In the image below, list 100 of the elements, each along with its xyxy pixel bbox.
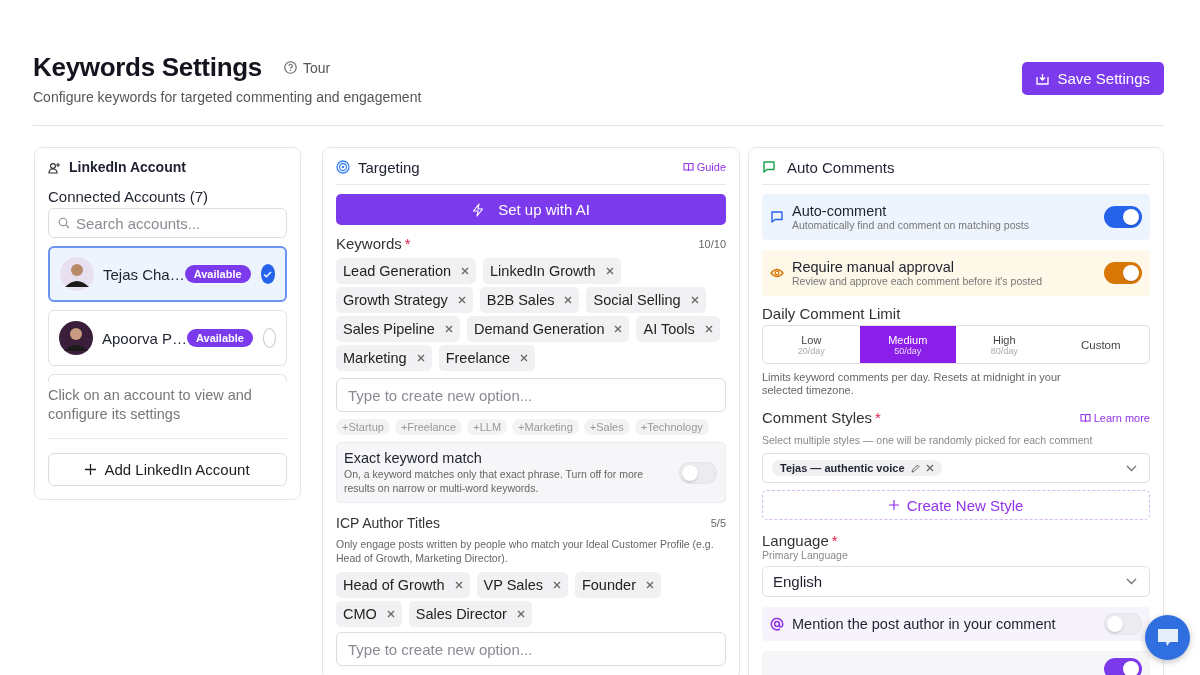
- account-name: Tejas Cha…: [103, 265, 185, 283]
- section-label: Connected Accounts (7): [48, 188, 210, 205]
- save-settings-button[interactable]: Save Settings: [1022, 62, 1164, 95]
- field-label: Daily Comment Limit: [762, 305, 902, 322]
- keyword-tag: Sales Pipeline: [336, 316, 460, 342]
- keyword-tag: Social Selling: [586, 287, 706, 313]
- eye-icon: [770, 268, 784, 278]
- plus-icon: [888, 500, 899, 510]
- keyword-input[interactable]: Type to create new option...: [336, 378, 726, 412]
- avatar-icon: [60, 257, 94, 291]
- keyword-tag: B2B Sales: [479, 287, 580, 313]
- help-icon: [283, 61, 297, 74]
- keyword-tag: Freelance: [438, 345, 536, 371]
- close-icon[interactable]: [704, 325, 713, 333]
- panel-title: Targeting: [358, 158, 420, 176]
- avatar-icon: [59, 321, 93, 355]
- setting-description: On, a keyword matches only that exact phrase. Turn off for more results on narrow or multi-word keywords.: [344, 467, 645, 495]
- option-rate: 50/day: [894, 345, 922, 356]
- comment-icon: [770, 210, 784, 224]
- title-input[interactable]: Type to create new option...: [336, 632, 726, 666]
- option-rate: 20/day: [797, 345, 825, 356]
- close-icon[interactable]: [386, 610, 395, 618]
- keyword-tag: Demand Generation: [466, 316, 630, 342]
- keyword-tag: VP Sales: [476, 572, 568, 598]
- setting-title: Require manual approval: [792, 259, 955, 275]
- toggle-switch[interactable]: [1104, 206, 1142, 228]
- close-icon[interactable]: [925, 464, 934, 472]
- book-icon: [682, 162, 694, 172]
- book-icon: [1079, 412, 1091, 423]
- close-icon[interactable]: [690, 296, 699, 304]
- user-add-icon: [48, 160, 61, 174]
- close-icon[interactable]: [614, 325, 623, 333]
- field-description: Limits keyword comments per day. Resets at midnight in your selected timezone.: [762, 371, 1062, 397]
- page-subtitle: Configure keywords for targeted commenting and engagement: [33, 89, 422, 105]
- tour-button[interactable]: Tour: [283, 59, 331, 76]
- limit-option[interactable]: Medium 50/day: [859, 326, 956, 363]
- lightning-icon: [472, 202, 485, 217]
- close-icon[interactable]: [461, 267, 470, 275]
- close-icon[interactable]: [444, 325, 453, 333]
- setting-title: Exact keyword match: [344, 450, 483, 466]
- option-label: Custom: [1080, 338, 1121, 351]
- toggle-switch[interactable]: [1104, 262, 1142, 284]
- keyword-tag: Lead Generation: [336, 258, 477, 284]
- status-badge: Available: [187, 329, 253, 347]
- close-icon[interactable]: [416, 354, 425, 362]
- close-icon[interactable]: [454, 581, 463, 589]
- hint-text: Click on an account to view and configure its settings: [48, 386, 253, 424]
- limit-option[interactable]: Custom: [1052, 326, 1149, 363]
- field-label: Language *: [762, 532, 839, 549]
- setup-ai-button[interactable]: Set up with AI: [336, 194, 726, 225]
- toggle-switch[interactable]: [679, 461, 717, 484]
- create-style-button[interactable]: Create New Style: [762, 490, 1150, 520]
- keyword-tag: Marketing: [336, 345, 432, 371]
- chevron-down-icon: [1126, 578, 1137, 585]
- field-label: Comment Styles *: [762, 409, 881, 426]
- search-field[interactable]: Search accounts...: [48, 208, 287, 238]
- field-description: Select multiple styles — one will be randomly picked for each comment: [762, 434, 1094, 446]
- keyword-tag: AI Tools: [636, 316, 720, 342]
- setting-description: Automatically find and comment on matching posts: [792, 219, 1030, 231]
- limit-option[interactable]: High 80/day: [956, 326, 1053, 363]
- close-icon[interactable]: [520, 354, 529, 362]
- option-label: High: [992, 333, 1016, 346]
- close-icon[interactable]: [564, 296, 573, 304]
- checked-radio[interactable]: [260, 264, 275, 284]
- field-label: Keywords *: [336, 235, 411, 252]
- keyword-count: 10/10: [698, 237, 726, 250]
- search-icon: [58, 217, 70, 229]
- style-select[interactable]: Tejas — authentic voice: [762, 453, 1150, 483]
- toggle-switch[interactable]: [1104, 613, 1142, 635]
- plus-icon: [85, 464, 97, 475]
- close-icon[interactable]: [457, 296, 466, 304]
- page-title: Keywords Settings: [33, 52, 262, 83]
- field-label: ICP Author Titles: [336, 515, 440, 531]
- keyword-tag: CMO: [336, 601, 402, 627]
- guide-link[interactable]: Guide: [682, 161, 726, 173]
- close-icon[interactable]: [552, 581, 561, 589]
- field-description: Only engage posts written by people who match your Ideal Customer Profile (e.g. Head of Growth, Marketing Director).: [336, 537, 715, 565]
- learn-more-link[interactable]: Learn more: [1079, 411, 1150, 424]
- check-icon: [263, 270, 273, 278]
- setting-description: Review and approve each comment before it's posted: [792, 275, 1044, 287]
- close-icon[interactable]: [605, 267, 614, 275]
- close-icon[interactable]: [645, 581, 654, 589]
- setting-title: Auto-comment: [792, 203, 888, 219]
- account-card[interactable]: Tejas Cha… Available: [48, 246, 287, 302]
- comment-icon: [762, 160, 776, 174]
- keyword-tag: LinkedIn Growth: [483, 258, 621, 284]
- keyword-tag: Head of Growth: [336, 572, 470, 598]
- pencil-icon[interactable]: [910, 463, 920, 473]
- add-account-button[interactable]: Add LinkedIn Account: [48, 453, 287, 486]
- account-name: Apoorva P…: [102, 329, 188, 347]
- setting-title: Mention the post author in your comment: [792, 616, 1057, 632]
- language-select[interactable]: English: [762, 566, 1150, 597]
- close-icon[interactable]: [516, 610, 525, 618]
- title-count: 5/5: [710, 517, 726, 529]
- toggle-switch[interactable]: [1104, 658, 1142, 675]
- account-card[interactable]: Apoorva P… Available: [48, 310, 287, 366]
- chat-button[interactable]: [1145, 615, 1190, 660]
- keyword-tag: Sales Director: [408, 601, 532, 627]
- limit-option[interactable]: Low 20/day: [763, 326, 860, 363]
- option-label: Low: [801, 333, 822, 346]
